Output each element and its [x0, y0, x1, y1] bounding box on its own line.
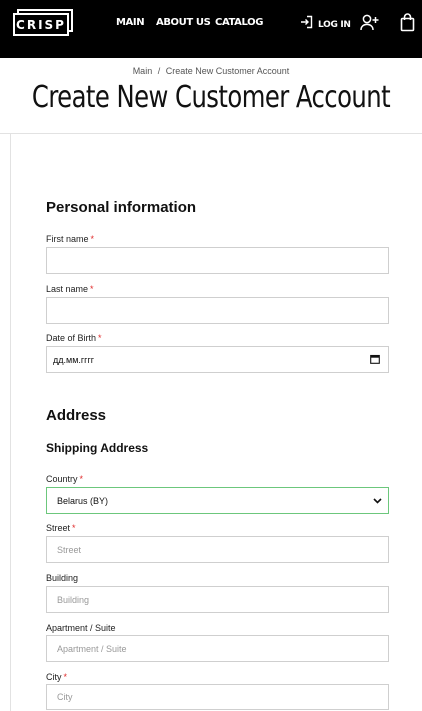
logo-frame-front: CRISP: [13, 13, 69, 36]
required-mark: *: [90, 284, 94, 294]
nav-catalog[interactable]: CATALOG: [215, 17, 263, 28]
breadcrumb: Main / Create New Customer Account: [0, 66, 422, 76]
login-icon: [300, 15, 314, 34]
apartment-label-text: Apartment / Suite: [46, 623, 116, 633]
login-label: LOG IN: [318, 19, 351, 30]
dob-label: Date of Birth *: [46, 333, 102, 343]
first-name-label-text: First name: [46, 234, 89, 244]
shopping-bag-icon[interactable]: [400, 13, 415, 37]
city-input[interactable]: City: [46, 684, 389, 710]
building-input[interactable]: Building: [46, 586, 389, 613]
crisp-logo[interactable]: CRISP: [13, 9, 73, 36]
street-label: Street *: [46, 523, 76, 533]
apartment-label: Apartment / Suite: [46, 623, 116, 633]
city-label: City *: [46, 672, 67, 682]
street-input[interactable]: Street: [46, 536, 389, 563]
address-heading: Address: [46, 407, 107, 424]
country-label-text: Country: [46, 474, 78, 484]
breadcrumb-home[interactable]: Main: [133, 66, 153, 76]
calendar-icon[interactable]: [370, 354, 380, 366]
street-label-text: Street: [46, 523, 71, 533]
building-placeholder: Building: [57, 594, 90, 605]
add-user-icon[interactable]: [360, 14, 380, 36]
breadcrumb-separator: /: [157, 66, 161, 76]
required-mark: *: [63, 672, 68, 682]
country-value: Belarus (BY): [57, 495, 109, 506]
building-label: Building: [46, 573, 78, 583]
city-placeholder: City: [57, 692, 73, 702]
building-label-text: Building: [46, 573, 79, 583]
page-title: Create New Customer Account: [31, 80, 391, 115]
dob-date-input[interactable]: дд.мм.гггг: [46, 346, 389, 373]
apartment-placeholder: Apartment / Suite: [57, 643, 127, 654]
first-name-label: First name *: [46, 234, 94, 244]
required-mark: *: [79, 474, 84, 484]
nav-main[interactable]: MAIN: [116, 17, 145, 28]
site-header: CRISP MAIN ABOUT US CATALOG LOG IN: [0, 0, 422, 58]
country-label: Country *: [46, 474, 83, 484]
last-name-input[interactable]: [46, 297, 389, 324]
chevron-down-icon: [373, 496, 382, 506]
dob-value: дд.мм.гггг: [53, 354, 95, 365]
last-name-label: Last name *: [46, 284, 94, 294]
nav-about-us[interactable]: ABOUT US: [156, 17, 211, 28]
dob-label-text: Date of Birth: [46, 333, 97, 343]
shipping-address-heading: Shipping Address: [46, 441, 149, 455]
country-select[interactable]: Belarus (BY): [46, 487, 389, 514]
last-name-label-text: Last name: [46, 284, 89, 294]
login-link[interactable]: LOG IN: [300, 15, 351, 34]
city-label-text: City: [46, 672, 62, 682]
required-mark: *: [90, 234, 95, 244]
personal-info-heading: Personal information: [46, 199, 197, 216]
logo-text: CRISP: [16, 17, 66, 32]
first-name-input[interactable]: [46, 247, 389, 274]
apartment-input[interactable]: Apartment / Suite: [46, 635, 389, 662]
breadcrumb-current: Create New Customer Account: [165, 66, 290, 76]
required-mark: *: [72, 523, 76, 533]
street-placeholder: Street: [57, 544, 82, 555]
required-mark: *: [98, 333, 102, 343]
